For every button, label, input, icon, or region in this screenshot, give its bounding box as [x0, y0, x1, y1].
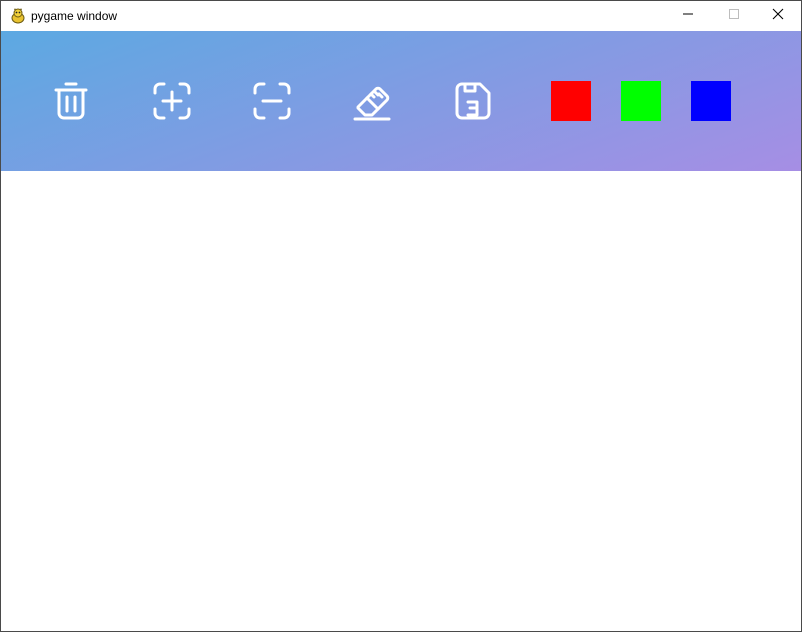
eraser-icon: [352, 81, 392, 121]
trash-icon: [53, 81, 89, 121]
color-swatch-green[interactable]: [621, 81, 661, 121]
save-icon: [454, 81, 492, 121]
drawing-canvas[interactable]: [1, 171, 801, 631]
clear-button[interactable]: [49, 79, 93, 123]
window-title: pygame window: [31, 9, 118, 23]
zoom-in-button[interactable]: [150, 79, 194, 123]
eraser-button[interactable]: [350, 79, 394, 123]
toolbar: [1, 31, 801, 171]
maximize-button[interactable]: [711, 1, 757, 31]
save-button[interactable]: [451, 79, 495, 123]
zoom-out-button[interactable]: [250, 79, 294, 123]
pygame-window: pygame window: [0, 0, 802, 632]
title-bar[interactable]: pygame window: [1, 1, 801, 31]
color-swatch-blue[interactable]: [691, 81, 731, 121]
pygame-snake-icon: [9, 7, 27, 25]
color-swatch-red[interactable]: [551, 81, 591, 121]
minimize-button[interactable]: [665, 1, 711, 31]
scan-minus-icon: [252, 81, 292, 121]
scan-plus-icon: [152, 81, 192, 121]
maximize-icon: [728, 7, 740, 25]
close-icon: [772, 7, 784, 25]
minimize-icon: [682, 7, 694, 25]
close-button[interactable]: [755, 1, 801, 31]
